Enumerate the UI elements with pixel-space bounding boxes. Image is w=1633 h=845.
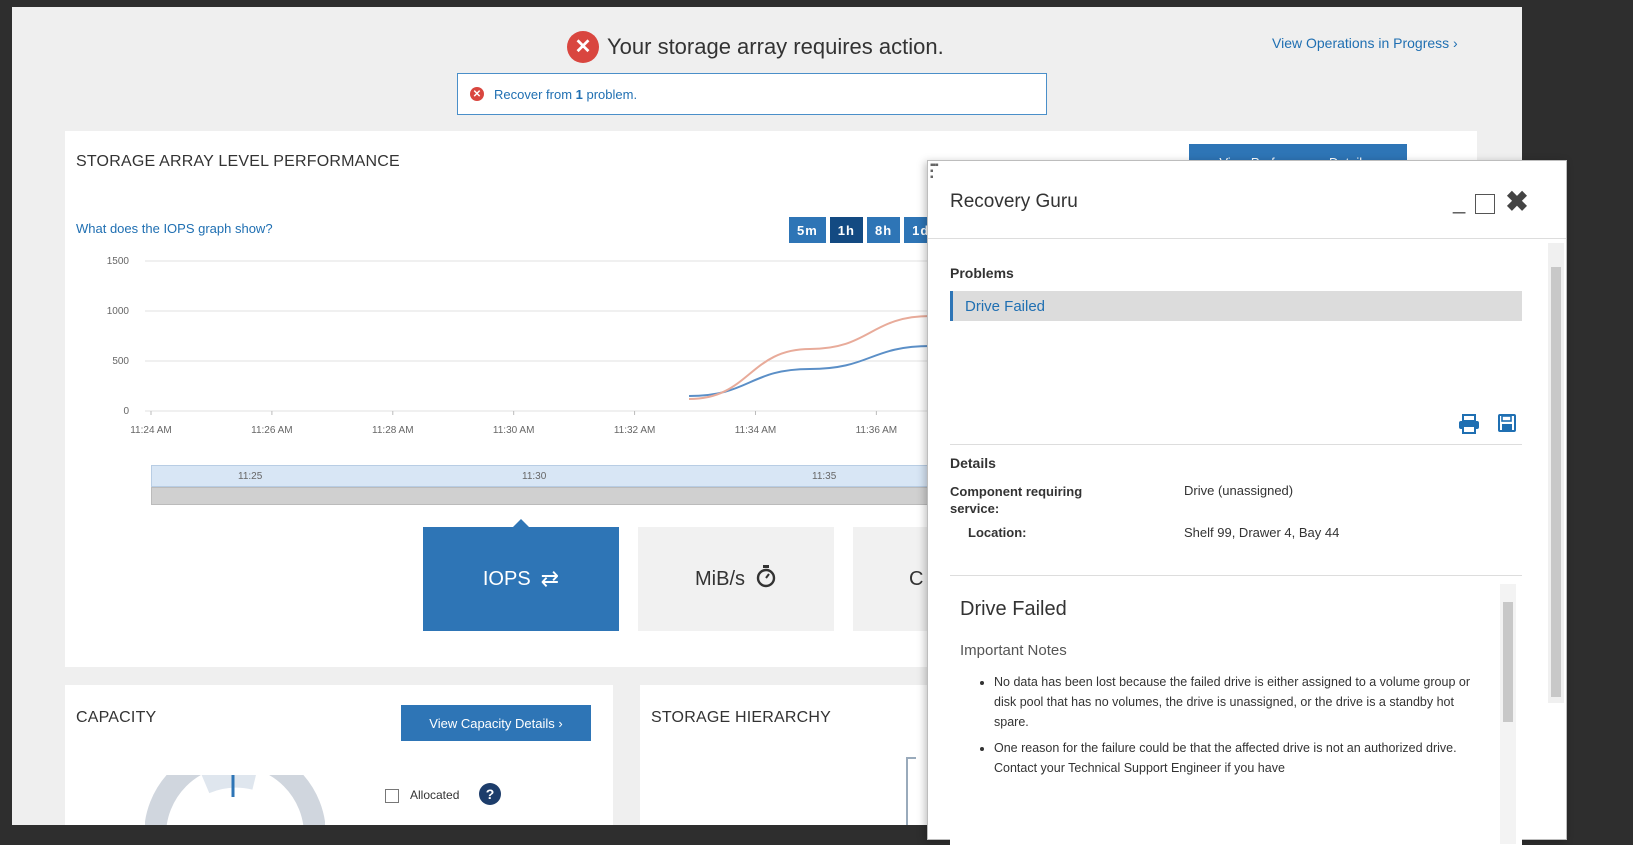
slider-label: 11:35 [812, 471, 837, 482]
x-tick-label: 11:32 AM [614, 425, 656, 436]
y-tick-label: 500 [112, 356, 129, 367]
guru-actions [1458, 414, 1516, 440]
recover-problem-box[interactable]: ✕ Recover from 1 problem. [457, 73, 1047, 115]
window-controls: _ ✖ [1453, 185, 1529, 218]
hierarchy-bracket [906, 757, 916, 825]
note-item: One reason for the failure could be that… [994, 738, 1488, 778]
allocated-legend-swatch [385, 789, 399, 803]
iops-tile[interactable]: IOPS ⇄ [423, 519, 619, 631]
allocated-legend-label: Allocated [410, 788, 460, 802]
component-value: Drive (unassigned) [1184, 483, 1294, 498]
y-axis-ticks: 0 500 1000 1500 [107, 256, 130, 417]
divider [950, 444, 1522, 445]
third-tile-label: C [909, 567, 924, 590]
view-operations-link[interactable]: View Operations in Progress › [1272, 35, 1458, 51]
range-8h-button[interactable]: 8h [866, 217, 901, 243]
problem-item-drive-failed[interactable]: Drive Failed [950, 291, 1522, 321]
error-small-icon: ✕ [470, 87, 484, 101]
chart-grid [145, 260, 955, 412]
print-icon[interactable] [1458, 414, 1480, 440]
note-item: No data has been lost because the failed… [994, 672, 1488, 732]
slider-scrollbar[interactable] [151, 487, 971, 505]
guru-body: Problems Drive Failed Details Component … [928, 239, 1548, 845]
guru-scrollbar[interactable] [1548, 243, 1564, 703]
guru-scroll-thumb[interactable] [1551, 267, 1561, 697]
mibs-tile-label: MiB/s [695, 567, 745, 590]
maximize-icon[interactable] [1475, 193, 1496, 214]
selected-caret [513, 519, 529, 527]
series-line-0 [689, 342, 965, 397]
guru-header[interactable]: ▪▪▪ ▪ ▪ Recovery Guru _ ✖ [928, 161, 1566, 239]
time-range-selector: 5m 1h 8h 1d [789, 217, 938, 243]
slider-label: 11:30 [522, 471, 547, 482]
view-capacity-details-button[interactable]: View Capacity Details › [401, 705, 591, 741]
banner-message: Your storage array requires action. [607, 34, 944, 59]
notes-panel: Drive Failed Important Notes No data has… [950, 575, 1522, 845]
capacity-card: CAPACITY View Capacity Details › Allocat… [65, 685, 613, 825]
location-label: Location: [968, 525, 1027, 540]
y-tick-label: 1000 [107, 306, 130, 317]
capacity-donut [145, 775, 325, 825]
notes-title: Drive Failed [960, 598, 1067, 620]
iops-help-link[interactable]: What does the IOPS graph show? [76, 221, 273, 236]
y-tick-label: 1500 [107, 256, 130, 267]
recovery-guru-panel: ▪▪▪ ▪ ▪ Recovery Guru _ ✖ Problems Drive F… [927, 160, 1567, 845]
x-tick-label: 11:24 AM [130, 425, 172, 436]
x-tick-label: 11:36 AM [856, 425, 898, 436]
series-line-1 [689, 313, 965, 400]
x-tick-label: 11:28 AM [372, 425, 414, 436]
recover-text: Recover from 1 problem. [494, 86, 638, 102]
action-banner: ✕ Your storage array requires action. [567, 25, 944, 69]
x-tick-label: 11:34 AM [735, 425, 777, 436]
minimize-icon[interactable]: _ [1453, 189, 1465, 215]
notes-scroll-thumb[interactable] [1503, 602, 1513, 722]
save-icon[interactable] [1498, 414, 1516, 440]
hierarchy-title: STORAGE HIERARCHY [651, 709, 832, 726]
slider-label: 11:25 [238, 471, 263, 482]
x-tick-label: 11:26 AM [251, 425, 293, 436]
iops-chart: 050010001500 11:24 AM 11:26 AM 11:28 AM 11:… [107, 256, 965, 436]
help-icon[interactable]: ? [479, 783, 501, 805]
iops-tile-label: IOPS [482, 567, 531, 590]
performance-title: STORAGE ARRAY LEVEL PERFORMANCE [76, 153, 400, 170]
x-tick-label: 11:30 AM [493, 425, 535, 436]
range-1h-button[interactable]: 1h [829, 217, 863, 243]
stopwatch-icon [755, 564, 777, 594]
x-axis-ticks: 11:24 AM 11:26 AM 11:28 AM 11:30 AM 11:32 AM… [130, 411, 897, 436]
error-icon: ✕ [567, 31, 599, 63]
mibs-tile[interactable]: MiB/s [638, 527, 834, 631]
problems-label: Problems [950, 265, 1014, 281]
notes-subtitle: Important Notes [960, 642, 1067, 659]
swap-arrows-icon: ⇄ [540, 566, 560, 591]
time-range-slider[interactable]: 11:25 11:30 11:35 [151, 465, 971, 507]
range-5m-button[interactable]: 5m [789, 217, 826, 243]
location-value: Shelf 99, Drawer 4, Bay 44 [1184, 525, 1340, 540]
capacity-title: CAPACITY [76, 709, 157, 726]
notes-list: No data has been lost because the failed… [978, 672, 1488, 784]
y-tick-label: 0 [123, 406, 129, 417]
close-icon[interactable]: ✖ [1505, 185, 1528, 218]
component-label: Component requiring service: [950, 484, 1083, 516]
drag-grip-icon[interactable]: ▪▪▪ ▪ ▪ [930, 161, 939, 183]
notes-scrollbar[interactable] [1500, 584, 1516, 844]
slider-track[interactable]: 11:25 11:30 11:35 [151, 465, 971, 487]
guru-title: Recovery Guru [950, 191, 1078, 212]
chart-series [689, 313, 965, 400]
details-label: Details [950, 455, 996, 471]
